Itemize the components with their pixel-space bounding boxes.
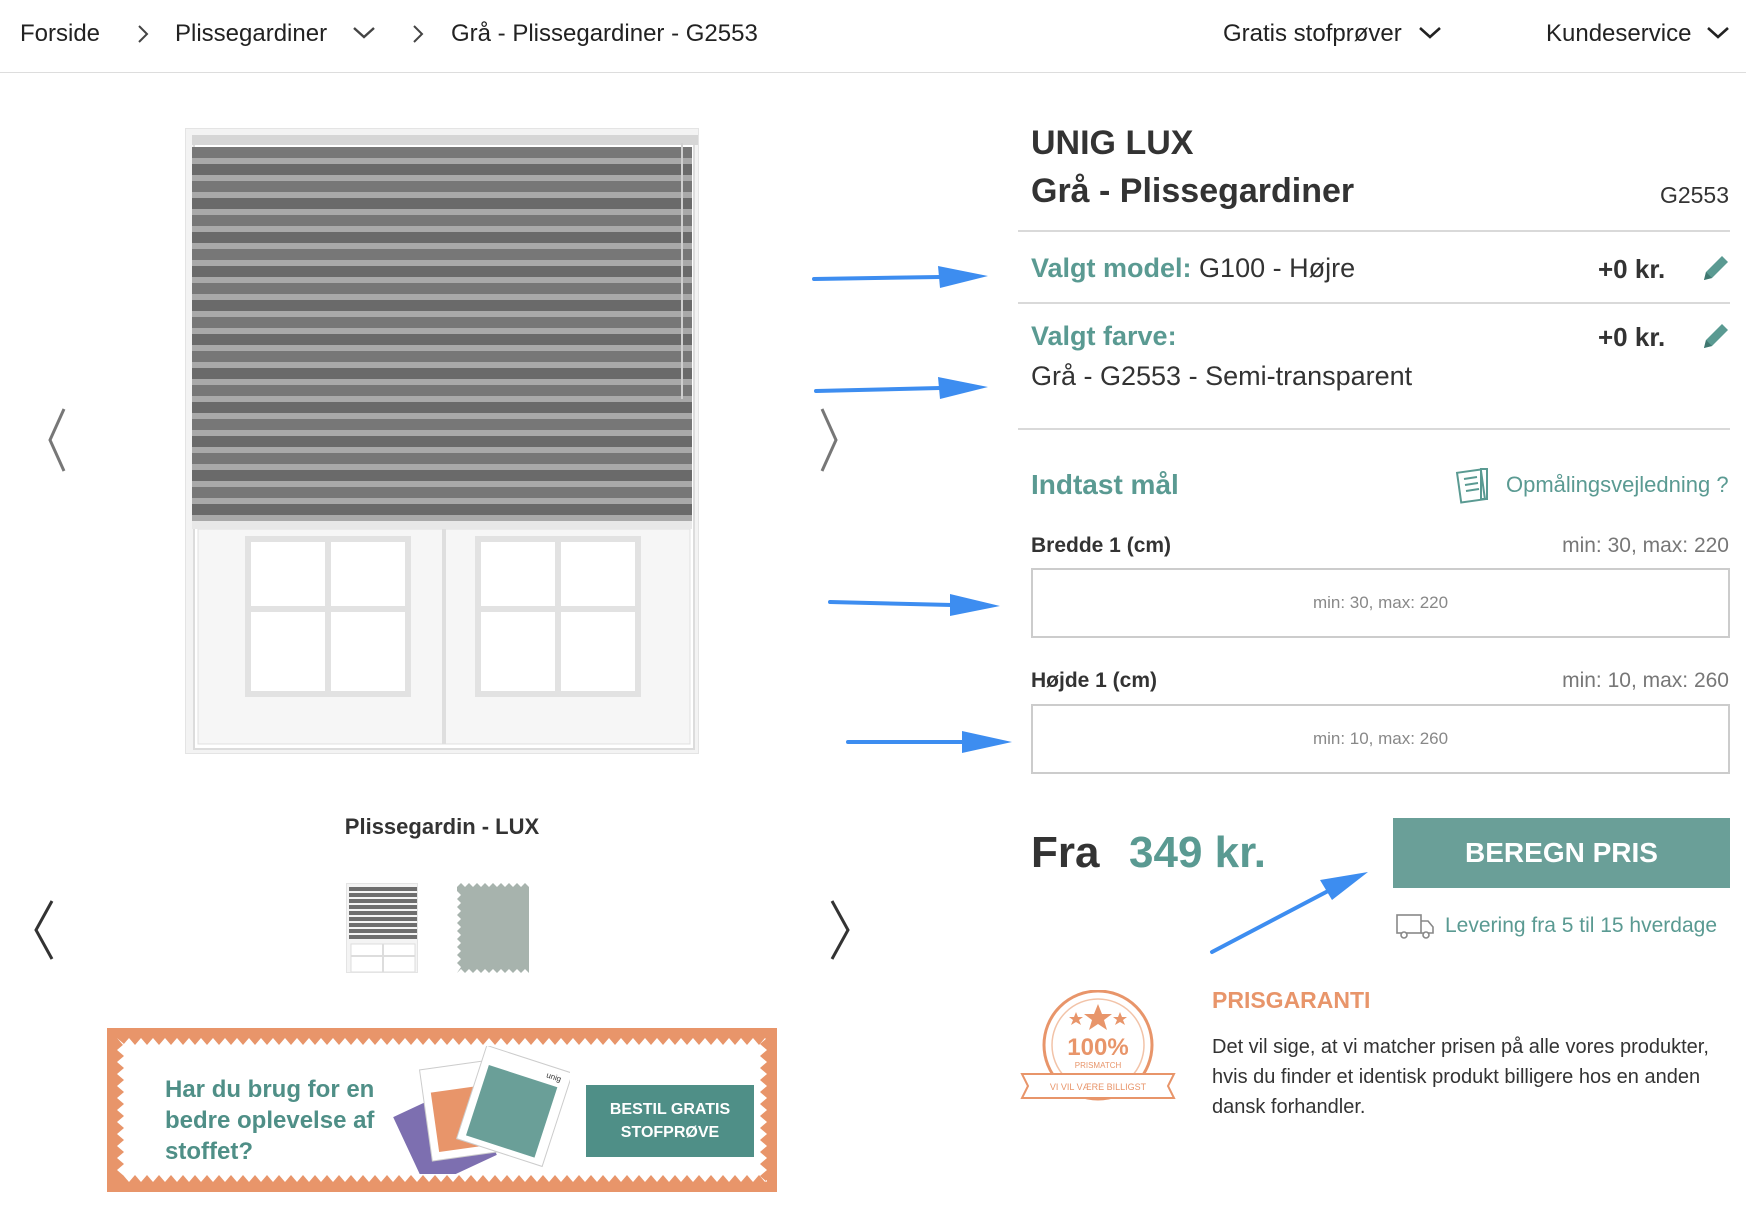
badge-label: PRISMATCH [1075, 1061, 1122, 1070]
price-guarantee-title: PRISGARANTI [1212, 987, 1371, 1013]
gallery-prev-arrow[interactable] [38, 405, 78, 475]
height-label: Højde 1 (cm) [1031, 669, 1158, 692]
color-price: +0 kr. [1598, 322, 1666, 352]
selected-model-value: G100 - Højre [1199, 253, 1356, 283]
annotation-arrow [1210, 888, 1332, 954]
chevron-down-icon[interactable] [1705, 22, 1731, 42]
thumbnail-blind-image [347, 884, 417, 972]
product-title: Grå - Plissegardiner [1031, 172, 1355, 210]
divider [1018, 230, 1730, 232]
chevron-down-icon[interactable] [1417, 22, 1443, 42]
selected-model: Valgt model: G100 - Højre [1031, 253, 1355, 284]
annotation-arrowhead [938, 377, 988, 399]
annotation-arrowhead [1320, 872, 1368, 900]
thumbnail-fabric[interactable] [457, 883, 529, 973]
badge-ribbon: VI VIL VÆRE BILLIGST [1050, 1082, 1147, 1092]
divider [1018, 428, 1730, 430]
price-match-badge: 100% PRISMATCH VI VIL VÆRE BILLIGST [1020, 990, 1176, 1101]
promo-serrated-border [117, 1038, 777, 1182]
fabric-swatch-image [457, 883, 529, 973]
chevron-right-icon [413, 25, 424, 43]
price-from-value: 349 kr. [1129, 828, 1267, 877]
annotation-arrow [828, 600, 954, 607]
delivery-info: Levering fra 5 til 15 hverdage [1445, 914, 1718, 937]
annotation-arrowhead [938, 266, 988, 288]
breadcrumb-home[interactable]: Forside [20, 20, 100, 48]
nav-samples[interactable]: Gratis stofprøver [1223, 20, 1402, 48]
gallery-next-arrow[interactable] [808, 405, 848, 475]
badge-percent: 100% [1067, 1034, 1128, 1061]
delivery-truck-icon [1396, 914, 1434, 939]
width-input[interactable] [1031, 568, 1730, 638]
measure-title: Indtast mål [1031, 469, 1179, 500]
breadcrumb-current: Grå - Plissegardiner - G2553 [451, 20, 758, 47]
annotation-arrowhead [962, 731, 1012, 753]
sample-promo-banner: Har du brug for en bedre oplevelse af st… [107, 1028, 777, 1192]
chevron-down-icon[interactable] [351, 22, 377, 42]
width-hint: min: 30, max: 220 [1562, 534, 1729, 557]
breadcrumb-category[interactable]: Plissegardiner [175, 20, 327, 48]
height-input[interactable] [1031, 704, 1730, 774]
selected-color-label: Valgt farve: [1031, 321, 1177, 351]
chevron-right-icon [138, 25, 149, 43]
gallery-caption: Plissegardin - LUX [344, 814, 540, 839]
price-from-label: Fra [1031, 828, 1100, 877]
blind-window-illustration [186, 129, 698, 753]
measuring-guide-link[interactable]: Opmålingsvejledning ? [1506, 472, 1729, 498]
annotation-arrow [814, 386, 942, 393]
thumb-prev-arrow[interactable] [24, 895, 64, 965]
breadcrumb-bar: Forside Plissegardiner Grå - Plissegardi… [0, 0, 1746, 73]
calculate-price-button[interactable]: BEREGN PRIS [1393, 818, 1730, 888]
divider [1018, 302, 1730, 304]
annotation-arrowhead [950, 594, 1000, 616]
product-brand: UNIG LUX [1031, 124, 1194, 162]
product-image [185, 128, 699, 754]
thumb-next-arrow[interactable] [820, 895, 860, 965]
selected-color-value: Grå - G2553 - Semi-transparent [1031, 361, 1413, 391]
thumbnail-product[interactable] [346, 883, 418, 973]
edit-color-pencil-icon[interactable] [1700, 320, 1732, 352]
measuring-guide-icon[interactable] [1455, 465, 1491, 505]
annotation-arrow [812, 275, 942, 281]
model-price: +0 kr. [1598, 254, 1666, 284]
width-label: Bredde 1 (cm) [1031, 534, 1172, 557]
nav-service[interactable]: Kundeservice [1546, 20, 1691, 48]
price-guarantee-text: Det vil sige, at vi matcher prisen på al… [1212, 1036, 1709, 1118]
selected-model-label: Valgt model: [1031, 253, 1192, 283]
product-sku: G2553 [1659, 182, 1729, 208]
height-hint: min: 10, max: 260 [1562, 669, 1729, 692]
edit-model-pencil-icon[interactable] [1700, 252, 1732, 284]
